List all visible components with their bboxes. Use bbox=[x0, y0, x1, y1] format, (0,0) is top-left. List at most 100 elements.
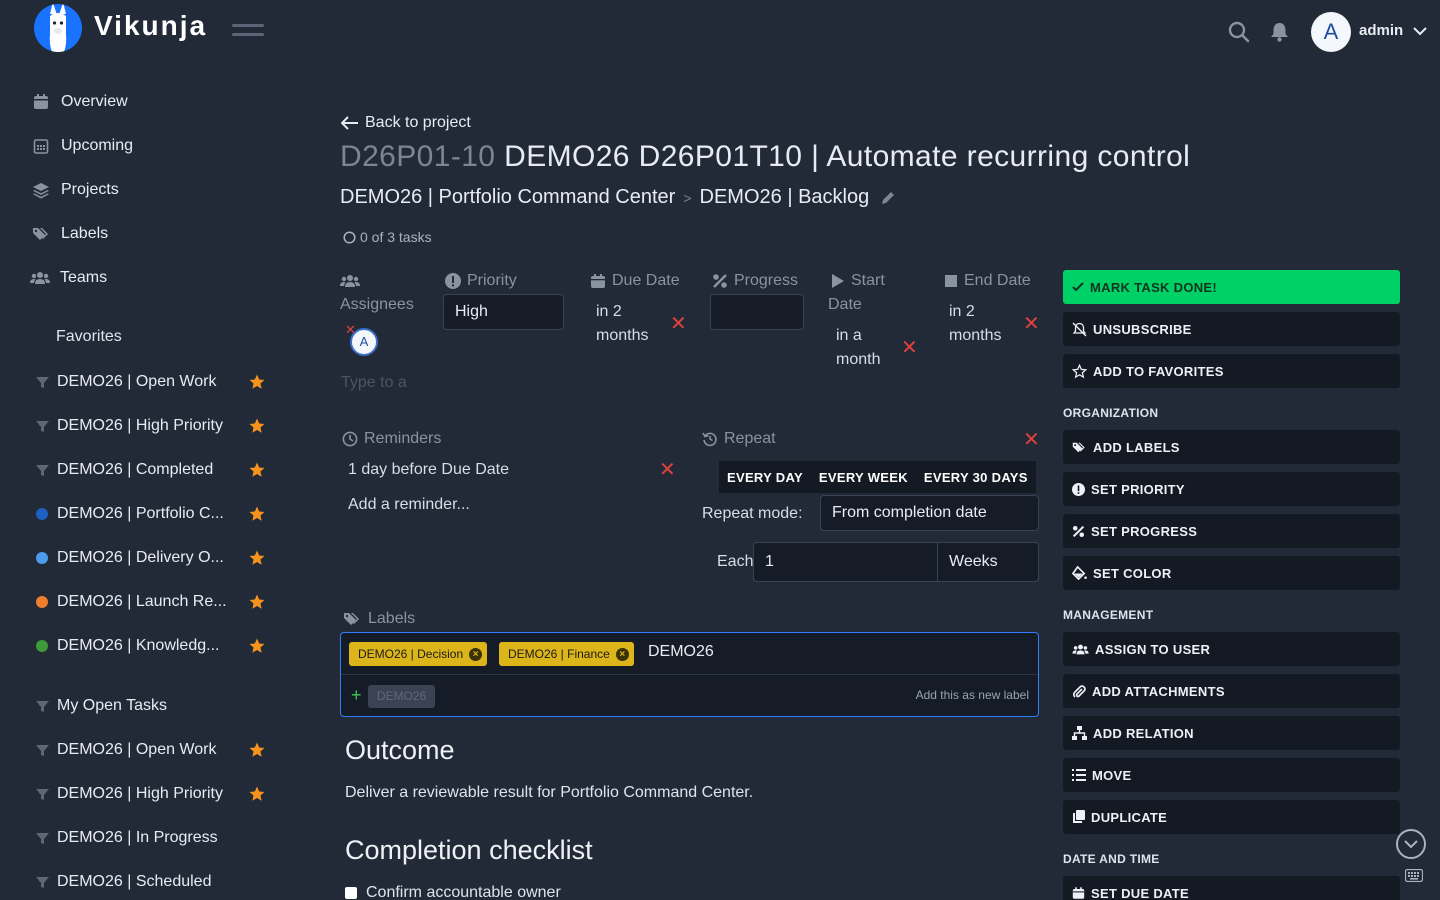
label-suggestion[interactable]: DEMO26 bbox=[368, 685, 435, 708]
label-search-input[interactable]: DEMO26 bbox=[648, 643, 714, 661]
favorite-item[interactable]: DEMO26 | High Priority bbox=[36, 414, 266, 438]
plus-icon[interactable]: + bbox=[351, 685, 362, 705]
due-date-value[interactable]: in 2 months bbox=[596, 300, 648, 348]
star-icon[interactable] bbox=[248, 549, 266, 567]
remove-repeat-icon[interactable]: ✕ bbox=[1023, 430, 1040, 450]
subtasks-progress: 0 of 3 tasks bbox=[343, 229, 432, 245]
nav-label: Labels bbox=[61, 225, 109, 242]
add-reminder-link[interactable]: Add a reminder... bbox=[348, 493, 470, 517]
breadcrumb-separator: > bbox=[683, 189, 692, 206]
menu-toggle-icon[interactable] bbox=[232, 24, 264, 42]
add-attachments-button[interactable]: ADD ATTACHMENTS bbox=[1063, 674, 1400, 708]
unsubscribe-button[interactable]: UNSUBSCRIBE bbox=[1063, 312, 1400, 346]
favorite-label: DEMO26 | Launch Re... bbox=[57, 593, 227, 610]
username[interactable]: admin bbox=[1359, 22, 1403, 39]
start-date-value-line: month bbox=[836, 351, 881, 368]
remove-due-date-icon[interactable]: ✕ bbox=[670, 314, 687, 334]
progress-select[interactable] bbox=[710, 294, 804, 330]
user-avatar[interactable]: A bbox=[1311, 12, 1351, 52]
remove-assignee-icon[interactable]: ✕ bbox=[345, 323, 356, 336]
search-icon[interactable] bbox=[1228, 21, 1250, 43]
breadcrumb-bucket[interactable]: DEMO26 | Backlog bbox=[700, 186, 870, 209]
set-color-button[interactable]: SET COLOR bbox=[1063, 556, 1400, 590]
nav-overview[interactable]: Overview bbox=[32, 90, 128, 114]
favorite-item[interactable]: DEMO26 | Launch Re... bbox=[36, 590, 266, 614]
nav-labels[interactable]: Labels bbox=[32, 222, 108, 246]
set-priority-button[interactable]: SET PRIORITY bbox=[1063, 472, 1400, 506]
labels-label: Labels bbox=[343, 610, 415, 628]
star-icon[interactable] bbox=[248, 461, 266, 479]
calendar-grid-icon bbox=[33, 139, 49, 154]
mark-task-done-button[interactable]: MARK TASK DONE! bbox=[1063, 270, 1400, 304]
keyboard-icon[interactable] bbox=[1405, 869, 1423, 882]
repeat-mode-select[interactable]: From completion date bbox=[820, 495, 1039, 531]
assign-to-user-button[interactable]: ASSIGN TO USER bbox=[1063, 632, 1400, 666]
remove-reminder-icon[interactable]: ✕ bbox=[659, 460, 676, 480]
start-date-value[interactable]: in a month bbox=[836, 324, 880, 372]
star-icon[interactable] bbox=[248, 505, 266, 523]
bell-icon[interactable] bbox=[1270, 22, 1289, 42]
saved-filter-item[interactable]: DEMO26 | Scheduled bbox=[36, 870, 266, 894]
saved-filter-item[interactable]: DEMO26 | High Priority bbox=[36, 782, 266, 806]
favorite-item[interactable]: DEMO26 | Knowledg... bbox=[36, 634, 266, 658]
fill-drip-icon bbox=[1072, 566, 1087, 580]
labels-multiselect[interactable]: DEMO26 | Decision × DEMO26 | Finance × D… bbox=[340, 632, 1039, 717]
add-labels-button[interactable]: ADD LABELS bbox=[1063, 430, 1400, 464]
star-icon[interactable] bbox=[248, 373, 266, 391]
scroll-down-button[interactable] bbox=[1396, 829, 1426, 859]
star-icon[interactable] bbox=[248, 785, 266, 803]
remove-label-icon[interactable]: × bbox=[615, 647, 629, 661]
vikunja-logo[interactable] bbox=[34, 4, 82, 52]
repeat-every-week-button[interactable]: EVERY WEEK bbox=[811, 470, 916, 485]
star-icon[interactable] bbox=[248, 593, 266, 611]
remove-end-date-icon[interactable]: ✕ bbox=[1023, 314, 1040, 334]
favorite-item[interactable]: DEMO26 | Delivery O... bbox=[36, 546, 266, 570]
set-due-date-button[interactable]: SET DUE DATE bbox=[1063, 876, 1400, 900]
repeat-every-day-button[interactable]: EVERY DAY bbox=[719, 470, 811, 485]
task-title-text[interactable]: DEMO26 D26P01T10 | Automate recurring co… bbox=[504, 140, 1190, 173]
priority-select[interactable]: High bbox=[443, 294, 564, 330]
repeat-unit-select[interactable]: Weeks bbox=[937, 542, 1039, 582]
nav-upcoming[interactable]: Upcoming bbox=[32, 134, 133, 158]
favorite-label: DEMO26 | Completed bbox=[57, 461, 214, 478]
nav-teams[interactable]: Teams bbox=[30, 266, 107, 290]
back-to-project-link[interactable]: Back to project bbox=[341, 114, 471, 132]
favorite-item[interactable]: DEMO26 | Open Work bbox=[36, 370, 266, 394]
favorite-item[interactable]: DEMO26 | Completed bbox=[36, 458, 266, 482]
priority-value: High bbox=[455, 303, 488, 320]
saved-filter-item[interactable]: DEMO26 | Open Work bbox=[36, 738, 266, 762]
favorite-item[interactable]: DEMO26 | Portfolio C... bbox=[36, 502, 266, 526]
favorites-heading: Favorites bbox=[56, 328, 122, 345]
repeat-presets: EVERY DAY EVERY WEEK EVERY 30 DAYS bbox=[719, 461, 1036, 493]
task-title[interactable]: D26P01-10 DEMO26 D26P01T10 | Automate re… bbox=[340, 140, 1190, 174]
breadcrumb-project[interactable]: DEMO26 | Portfolio Command Center bbox=[340, 186, 675, 209]
set-progress-button[interactable]: SET PROGRESS bbox=[1063, 514, 1400, 548]
duplicate-button[interactable]: DUPLICATE bbox=[1063, 800, 1400, 834]
remove-start-date-icon[interactable]: ✕ bbox=[901, 338, 918, 358]
due-date-value-line: in 2 bbox=[596, 303, 622, 320]
label-tag: DEMO26 | Finance × bbox=[499, 642, 634, 666]
filter-icon bbox=[36, 420, 49, 432]
end-date-value[interactable]: in 2 months bbox=[949, 300, 1001, 348]
nav-projects[interactable]: Projects bbox=[32, 178, 119, 202]
star-icon[interactable] bbox=[248, 741, 266, 759]
move-button[interactable]: MOVE bbox=[1063, 758, 1400, 792]
exclamation-circle-icon bbox=[1072, 482, 1085, 496]
chevron-down-icon[interactable] bbox=[1413, 27, 1427, 36]
repeat-amount-input[interactable]: 1 bbox=[753, 542, 938, 582]
star-icon[interactable] bbox=[248, 417, 266, 435]
reminder-item[interactable]: 1 day before Due Date bbox=[348, 458, 509, 482]
add-relation-button[interactable]: ADD RELATION bbox=[1063, 716, 1400, 750]
repeat-every-30-days-button[interactable]: EVERY 30 DAYS bbox=[916, 470, 1036, 485]
assignee-search-input[interactable]: Type to a bbox=[341, 374, 407, 392]
button-label: SET DUE DATE bbox=[1091, 885, 1189, 900]
saved-filter-item[interactable]: DEMO26 | In Progress bbox=[36, 826, 266, 850]
remove-label-icon[interactable]: × bbox=[469, 647, 483, 661]
add-to-favorites-button[interactable]: ADD TO FAVORITES bbox=[1063, 354, 1400, 388]
star-icon[interactable] bbox=[248, 637, 266, 655]
start-date-label: Start bbox=[831, 272, 885, 290]
checklist-checkbox[interactable] bbox=[345, 887, 357, 899]
pencil-icon[interactable] bbox=[880, 190, 896, 206]
saved-filter-item[interactable]: My Open Tasks bbox=[36, 694, 266, 718]
add-new-label-hint[interactable]: Add this as new label bbox=[916, 688, 1029, 702]
